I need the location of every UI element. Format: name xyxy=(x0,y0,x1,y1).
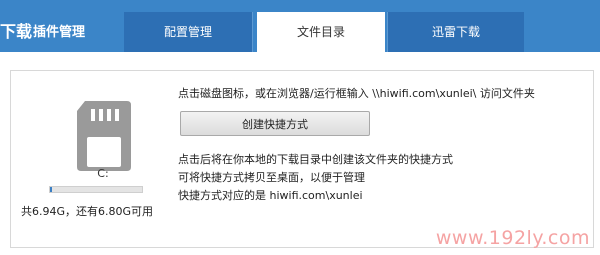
tab-xunlei-download[interactable]: 迅雷下载 xyxy=(387,12,524,52)
create-shortcut-button[interactable]: 创建快捷方式 xyxy=(180,111,370,136)
disk-usage-bar xyxy=(49,186,143,193)
file-directory-panel: C: 共6.94G，还有6.80G可用 点击磁盘图标，或在浏览器/运行框输入 \… xyxy=(10,70,594,248)
shortcut-desc-line-2: 可将快捷方式拷贝至桌面，以便于管理 xyxy=(178,171,365,184)
access-instruction: 点击磁盘图标，或在浏览器/运行框输入 \\hiwifi.com\xunlei\ … xyxy=(178,87,535,100)
tab-config-management[interactable]: 配置管理 xyxy=(124,12,253,52)
brand-subtitle: 插件管理 xyxy=(33,25,86,40)
site-watermark: www.192ly.com xyxy=(435,227,590,249)
shortcut-desc-line-3: 快捷方式对应的是 hiwifi.com\xunlei xyxy=(178,189,363,202)
shortcut-desc-line-1: 点击后将在你本地的下载目录中创建该文件夹的快捷方式 xyxy=(178,153,453,166)
disk-space-text: 共6.94G，还有6.80G可用 xyxy=(21,205,154,218)
disk-usage-fill xyxy=(50,187,52,192)
tab-file-directory[interactable]: 文件目录 xyxy=(257,12,385,52)
drive-letter: C: xyxy=(97,167,109,180)
top-bar: 下载 插件管理 配置管理 文件目录 迅雷下载 xyxy=(0,0,600,52)
sd-card-icon[interactable] xyxy=(71,97,137,175)
brand-title: 下载 xyxy=(0,22,33,41)
